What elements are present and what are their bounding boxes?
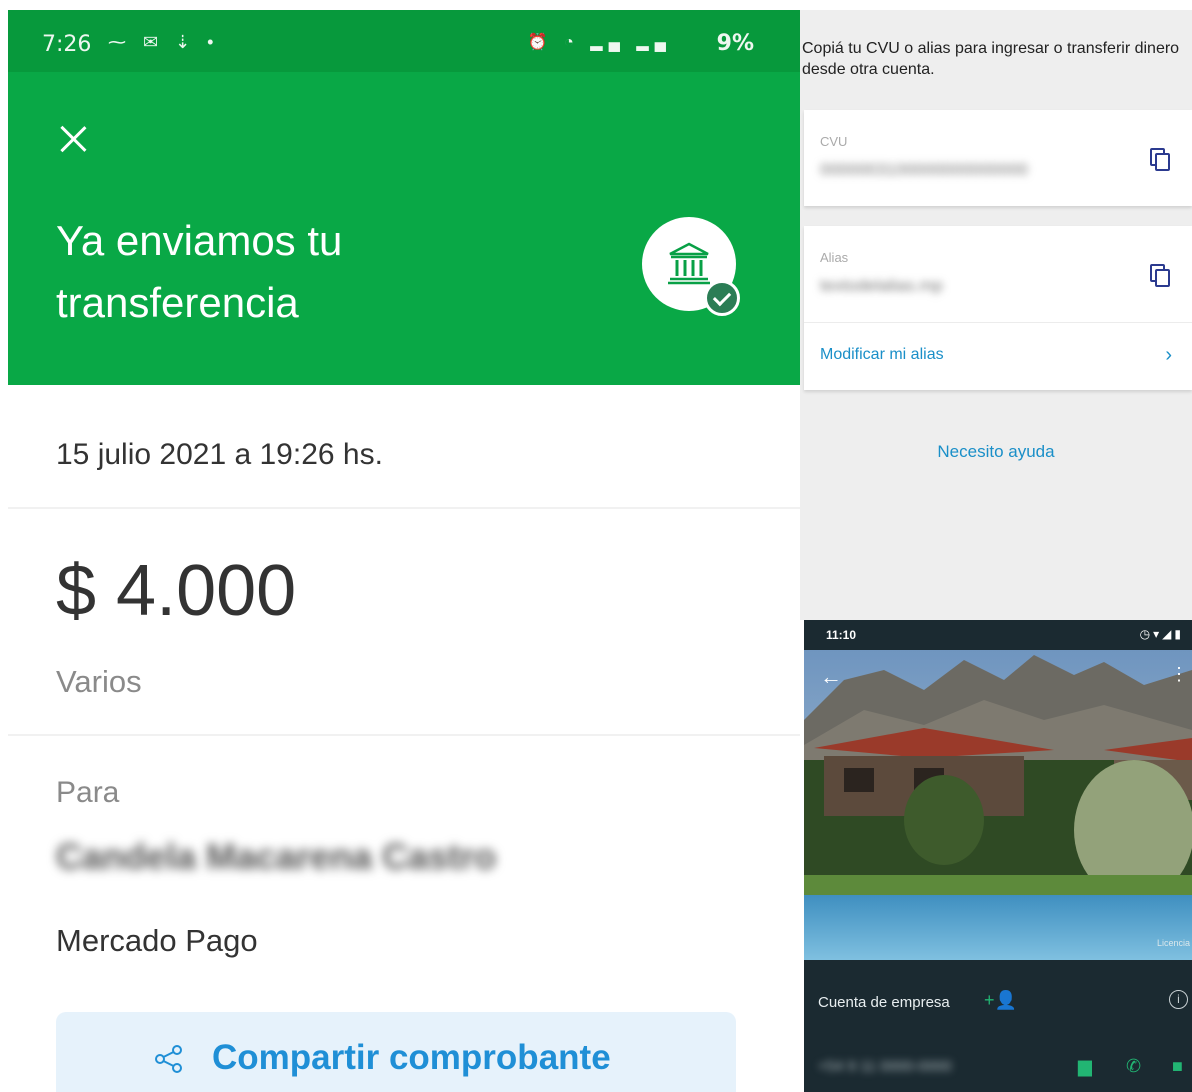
message-icon[interactable]: ▆ [1078, 1056, 1092, 1077]
battery-level: 9% [716, 31, 754, 56]
notification-icons: ⁓ ✉ ⇣ • [108, 32, 220, 52]
cvu-label: CVU [820, 134, 848, 149]
photo-watermark: Licencia [1156, 938, 1190, 948]
more-icon[interactable]: ⋮ [1170, 664, 1188, 685]
share-receipt-button[interactable]: Compartir comprobante [56, 1012, 736, 1092]
recipient-name: Candela Macarena Castro [56, 836, 497, 877]
transfer-receipt-screen: 7:26 ⁓ ✉ ⇣ • ⏰ ◔ ▂▄ ▂▄ 9% Ya enviamos tu… [8, 10, 800, 1092]
help-link[interactable]: Necesito ayuda [800, 442, 1192, 462]
alias-value: textodelalias.mp [820, 276, 943, 295]
status-time: 7:26 [42, 32, 92, 57]
recipient-bank: Mercado Pago [56, 923, 258, 958]
copy-alias-icon[interactable] [1150, 264, 1170, 287]
status-bar: 7:26 ⁓ ✉ ⇣ • ⏰ ◔ ▂▄ ▂▄ 9% [8, 10, 800, 72]
copy-cvu-icon[interactable] [1150, 148, 1170, 171]
transfer-concept: Varios [56, 664, 142, 699]
cvu-intro-text: Copiá tu CVU o alias para ingresar o tra… [802, 40, 1180, 78]
business-account-label: Cuenta de empresa [818, 994, 950, 1011]
signal-icons: ⏰ ◔ ▂▄ ▂▄ [527, 34, 672, 51]
status-time: 11:10 [826, 628, 857, 642]
account-data-screen: Copiá tu CVU o alias para ingresar o tra… [800, 10, 1192, 620]
cvu-value: 0000003100000000000000 [820, 160, 1029, 179]
add-person-icon[interactable]: +👤 [984, 990, 1017, 1011]
video-icon[interactable]: ■ [1172, 1056, 1183, 1077]
divider [804, 322, 1192, 323]
transfer-amount: $ 4.000 [56, 551, 297, 631]
page-title: Ya enviamos tu transferencia [56, 217, 343, 326]
phone-number: +54 9 11 0000-0000 [818, 1058, 952, 1075]
status-icons: ◷▾◢▮ [1139, 627, 1184, 641]
share-icon [155, 1045, 182, 1073]
back-arrow-icon[interactable]: ← [820, 664, 842, 690]
alias-label: Alias [820, 250, 849, 265]
check-icon [704, 280, 740, 316]
chevron-right-icon[interactable]: › [1165, 344, 1172, 367]
alias-card: Alias textodelalias.mp Modificar mi alia… [804, 226, 1192, 390]
cvu-card: CVU 0000003100000000000000 [804, 110, 1192, 206]
divider [8, 734, 800, 736]
business-profile-screen: 11:10 ◷▾◢▮ ← ⋮ Licencia Cuenta de empres… [804, 620, 1192, 1092]
call-icon[interactable]: ✆ [1126, 1056, 1141, 1077]
modify-alias-link[interactable]: Modificar mi alias [820, 346, 944, 364]
info-icon[interactable]: i [1169, 990, 1188, 1009]
close-icon[interactable] [58, 124, 88, 154]
status-bar: 11:10 ◷▾◢▮ [804, 620, 1192, 648]
recipient-label: Para [56, 776, 120, 809]
success-header: Ya enviamos tu transferencia [8, 72, 800, 385]
share-label: Compartir comprobante [212, 1038, 611, 1077]
transfer-date: 15 julio 2021 a 19:26 hs. [56, 438, 383, 471]
divider [8, 507, 800, 509]
profile-photo[interactable] [804, 650, 1192, 960]
